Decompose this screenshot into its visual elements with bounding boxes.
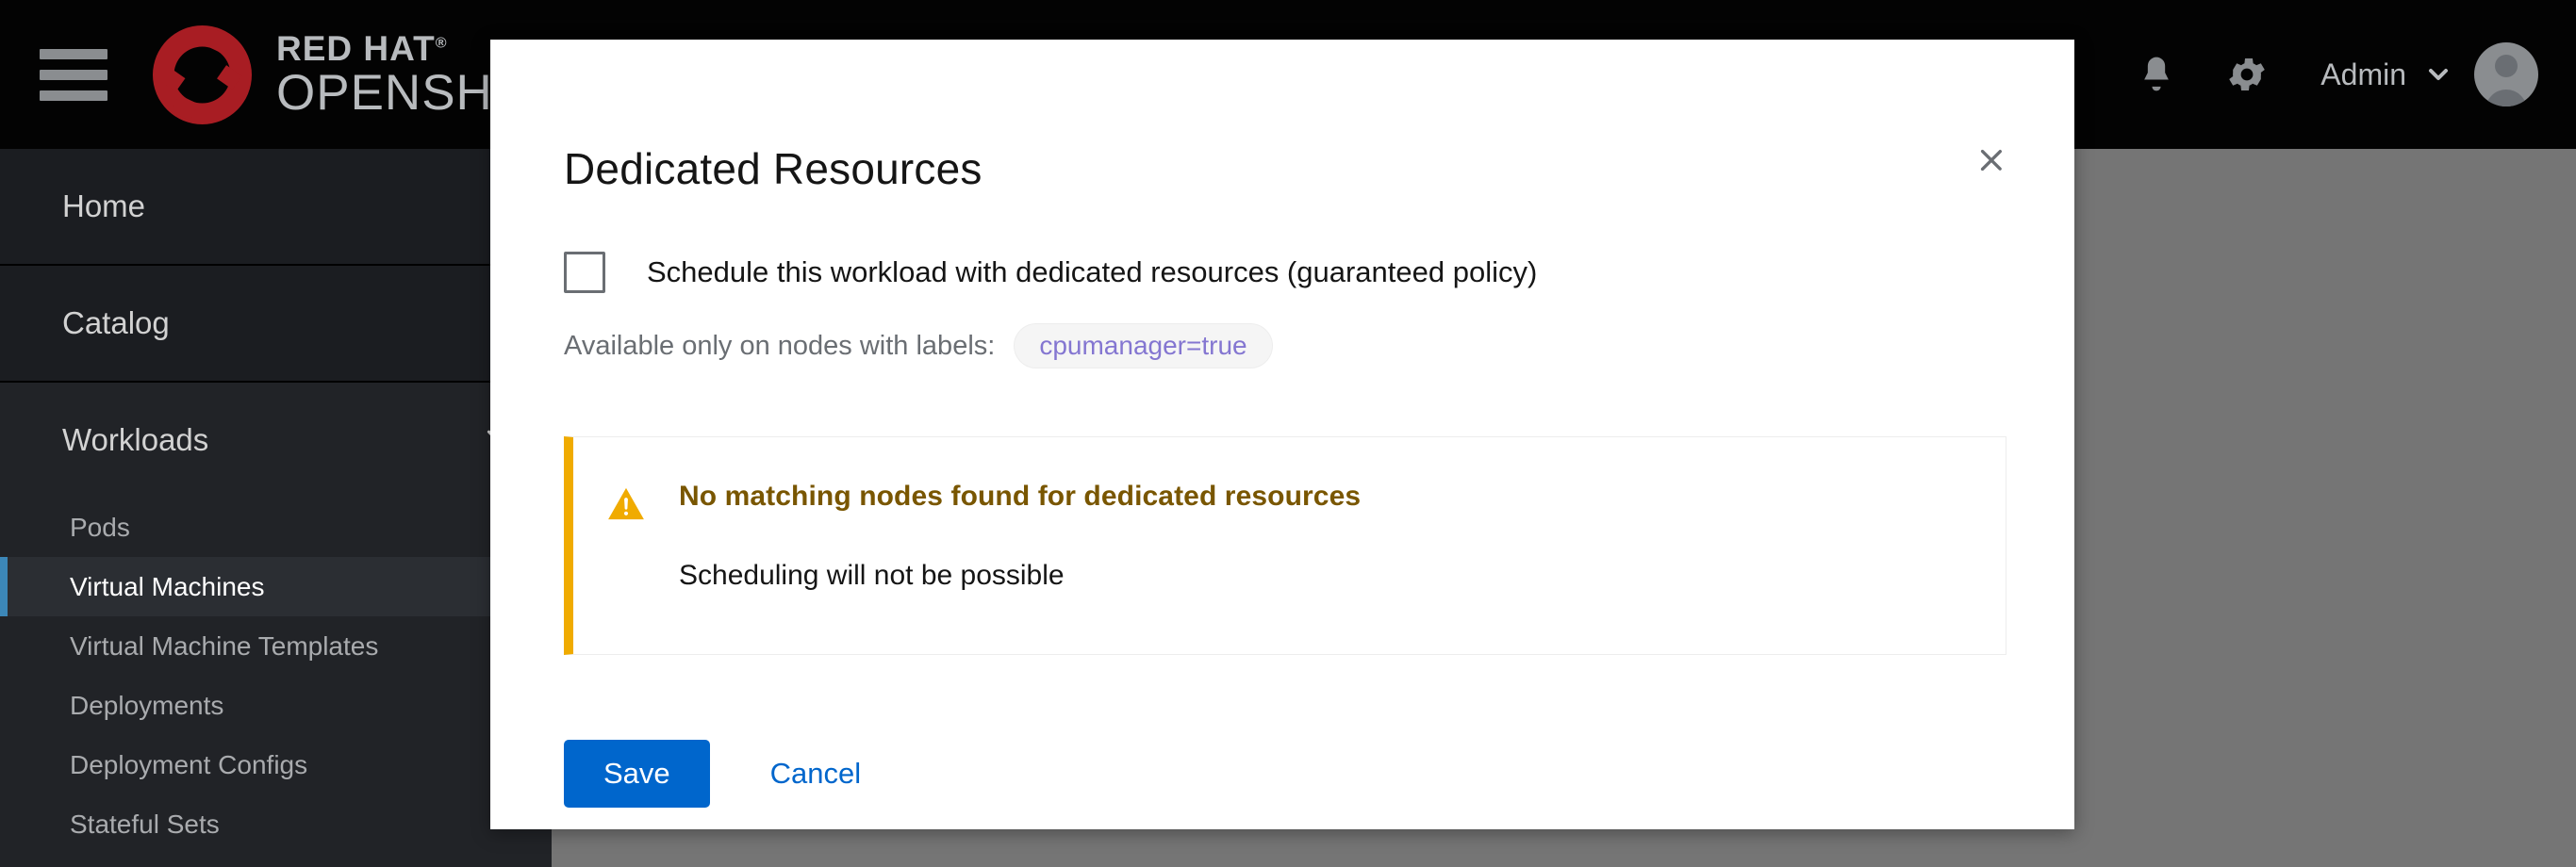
sidebar-item-secrets[interactable]: Secrets xyxy=(0,854,552,867)
alert-title: No matching nodes found for dedicated re… xyxy=(679,481,1362,512)
sidebar-item-label: Virtual Machine Templates xyxy=(70,630,379,661)
gear-icon xyxy=(2229,58,2266,90)
dedicated-resources-checkbox-row: Schedule this workload with dedicated re… xyxy=(564,252,2006,293)
nav-section-catalog: Catalog xyxy=(0,266,552,383)
dedicated-resources-modal: Dedicated Resources Schedule this worklo… xyxy=(490,40,2074,829)
modal-body: Schedule this workload with dedicated re… xyxy=(564,252,2006,808)
sidebar-item-home[interactable]: Home xyxy=(0,149,552,264)
brand-trademark-1: ® xyxy=(435,35,448,52)
masthead-toolbar: Admin xyxy=(2111,0,2576,149)
nav-section-home: Home xyxy=(0,149,552,266)
node-labels-row: Available only on nodes with labels: cpu… xyxy=(564,323,2006,368)
modal-title: Dedicated Resources xyxy=(564,144,983,193)
warning-alert: No matching nodes found for dedicated re… xyxy=(564,436,2006,655)
sidebar-item-deployments[interactable]: Deployments xyxy=(0,676,552,735)
sidebar-item-virtual-machine-templates[interactable]: Virtual Machine Templates xyxy=(0,616,552,676)
user-name-label: Admin xyxy=(2320,57,2406,91)
nav-section-workloads: Workloads Pods Virtual Machines Virtual … xyxy=(0,383,552,867)
brand-redhat-text: RED HAT xyxy=(276,29,436,68)
dedicated-resources-checkbox-label[interactable]: Schedule this workload with dedicated re… xyxy=(647,255,1537,289)
sidebar-item-stateful-sets[interactable]: Stateful Sets xyxy=(0,794,552,854)
sidebar-item-pods[interactable]: Pods xyxy=(0,498,552,557)
modal-footer: Save Cancel xyxy=(564,740,2006,808)
sidebar-item-deployment-configs[interactable]: Deployment Configs xyxy=(0,735,552,794)
settings-button[interactable] xyxy=(2202,0,2292,149)
sidebar-item-label: Stateful Sets xyxy=(70,809,220,839)
node-labels-note: Available only on nodes with labels: xyxy=(564,330,996,361)
sidebar-item-label: Workloads xyxy=(62,422,209,457)
dedicated-resources-checkbox[interactable] xyxy=(564,252,605,293)
sidebar-item-catalog[interactable]: Catalog xyxy=(0,266,552,381)
save-button[interactable]: Save xyxy=(564,740,710,808)
warning-triangle-icon xyxy=(608,487,644,520)
menu-toggle-icon[interactable] xyxy=(40,48,134,101)
openshift-console: RED HAT® OPENSHIFT® Admin xyxy=(0,0,2576,867)
chevron-down-icon xyxy=(2429,69,2448,80)
close-button[interactable] xyxy=(1965,134,2018,187)
notifications-button[interactable] xyxy=(2111,0,2202,149)
cancel-button[interactable]: Cancel xyxy=(757,740,875,808)
alert-icon-wrap xyxy=(573,481,679,654)
redhat-hat-icon xyxy=(153,25,252,124)
node-label-chip: cpumanager=true xyxy=(1014,323,1273,368)
avatar[interactable] xyxy=(2474,42,2538,106)
user-menu-button[interactable]: Admin xyxy=(2292,0,2474,149)
sidebar-navigation: Home Catalog Workloads Pods Virtual Mach… xyxy=(0,149,552,867)
sidebar-item-label: Home xyxy=(62,188,146,223)
sidebar-item-virtual-machines[interactable]: Virtual Machines xyxy=(0,557,552,616)
sidebar-item-label: Deployments xyxy=(70,690,224,720)
sidebar-item-label: Catalog xyxy=(62,305,170,340)
alert-description: Scheduling will not be possible xyxy=(679,560,1065,591)
close-icon xyxy=(1980,149,2002,172)
sidebar-item-workloads[interactable]: Workloads xyxy=(0,383,552,498)
bell-icon xyxy=(2144,57,2170,91)
sidebar-item-label: Virtual Machines xyxy=(70,571,265,601)
sidebar-item-label: Pods xyxy=(70,512,130,542)
sidebar-item-label: Deployment Configs xyxy=(70,749,308,779)
alert-content: No matching nodes found for dedicated re… xyxy=(679,481,2006,654)
